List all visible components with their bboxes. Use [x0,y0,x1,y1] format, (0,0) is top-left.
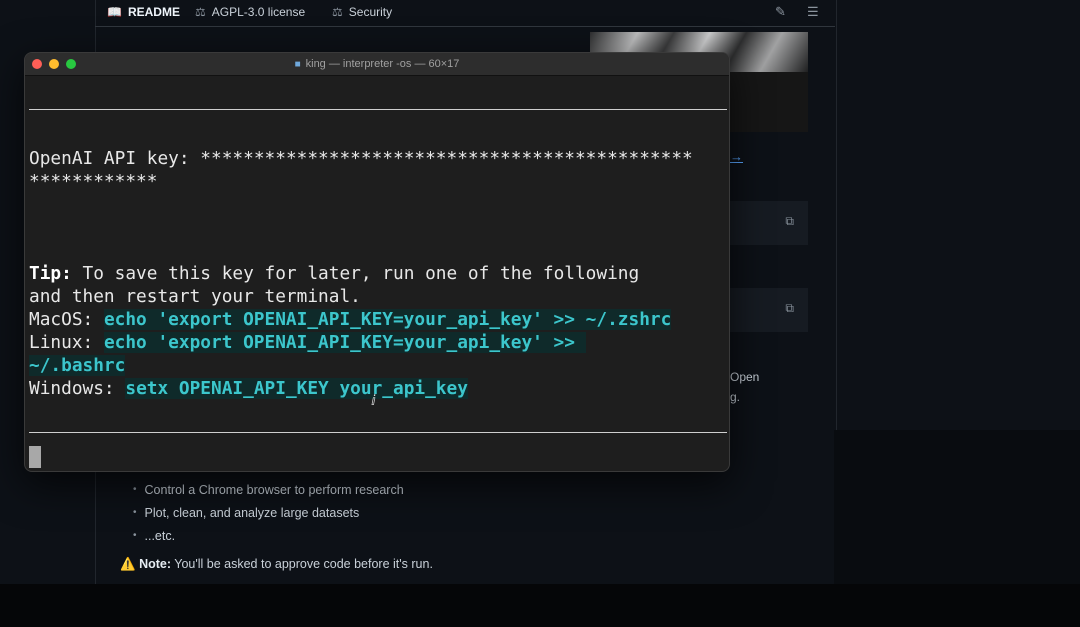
linux-label: Linux: [29,332,104,353]
terminal-content[interactable]: OpenAI API key: ************************… [29,75,727,471]
readme-banner-image-dark [728,72,808,132]
tab-license[interactable]: ⚖ AGPL-3.0 license [195,5,305,19]
list-icon[interactable]: ☰ [807,4,819,20]
copy-icon[interactable]: ⧉ [785,214,794,229]
close-button[interactable] [32,59,42,69]
ibeam-cursor-icon: ⅈ [371,393,376,409]
text-cursor[interactable] [29,446,41,468]
bottom-bar [0,584,1080,627]
windows-label: Windows: [29,378,126,399]
note-label: Note: [139,557,172,571]
tip-label: Tip: [29,263,72,284]
readme-text-fragment: Open [730,370,760,384]
linux-line: Linux: echo 'export OPENAI_API_KEY=your_… [29,331,586,354]
window-controls [32,59,76,69]
linux-command-cont[interactable]: ~/.bashrc [29,355,126,376]
bullet-icon: • [133,530,137,541]
tip-line: Tip: To save this key for later, run one… [29,262,639,285]
list-item: • ...etc. [133,524,404,547]
linux-command[interactable]: echo 'export OPENAI_API_KEY=your_api_key… [103,332,586,353]
sidebar-area [834,430,1080,584]
minimize-button[interactable] [49,59,59,69]
tip-text: To save this key for later, run one of t… [71,263,640,284]
warning-icon: ⚠️ [120,557,136,571]
tab-security-label: Security [348,5,393,19]
list-item-text: Control a Chrome browser to perform rese… [144,482,404,497]
tip-line-cont: and then restart your terminal. [29,286,361,307]
scale-icon: ⚖ [332,5,343,19]
list-item-text: Plot, clean, and analyze large datasets [144,505,360,520]
tab-readme-label: README [127,5,180,19]
tab-security[interactable]: ⚖ Security [332,5,392,19]
terminal-title-bar[interactable]: ■ king — interpreter -os — 60×17 [25,53,729,76]
api-key-label: OpenAI API key: [29,148,201,169]
divider [29,109,727,110]
list-item: • Control a Chrome browser to perform res… [133,478,404,501]
api-key-mask: ****************************************… [200,148,693,169]
edit-icon[interactable]: ✎ [775,4,786,20]
terminal-window[interactable]: ■ king — interpreter -os — 60×17 OpenAI … [24,52,730,472]
macos-line: MacOS: echo 'export OPENAI_API_KEY=your_… [29,308,672,331]
tab-readme[interactable]: 📖 README [107,5,180,19]
readme-tabs: 📖 README ⚖ AGPL-3.0 license ⚖ Security ✎… [95,0,835,27]
folder-icon: ■ [294,58,301,70]
maximize-button[interactable] [66,59,76,69]
api-key-mask-cont: ************ [29,171,158,192]
approval-note: ⚠️ Note: You'll be asked to approve code… [120,557,433,572]
bullet-icon: • [133,507,137,518]
code-block: ⧉ [728,288,808,332]
divider [29,432,727,433]
linux-line-cont: ~/.bashrc [29,354,126,377]
terminal-title: king — interpreter -os — 60×17 [305,58,460,70]
code-block: ⧉ [728,201,808,245]
bullet-icon: • [133,484,137,495]
windows-line: Windows: setx OPENAI_API_KEY your_api_ke… [29,377,468,400]
scale-icon: ⚖ [195,5,206,19]
windows-command[interactable]: setx OPENAI_API_KEY your_api_key [125,378,468,399]
api-key-line: OpenAI API key: ************************… [29,147,693,170]
copy-icon[interactable]: ⧉ [785,301,794,316]
macos-label: MacOS: [29,309,104,330]
tab-license-label: AGPL-3.0 license [211,5,306,19]
readme-text-fragment: g. [730,390,741,404]
note-text: You'll be asked to approve code before i… [171,557,433,571]
feature-list: • Control a Chrome browser to perform res… [133,478,404,547]
list-item-text: ...etc. [144,528,176,543]
readme-link-arrow[interactable]: → [730,149,743,164]
macos-command[interactable]: echo 'export OPENAI_API_KEY=your_api_key… [103,309,672,330]
list-item: • Plot, clean, and analyze large datasets [133,501,404,524]
book-icon: 📖 [107,5,122,19]
